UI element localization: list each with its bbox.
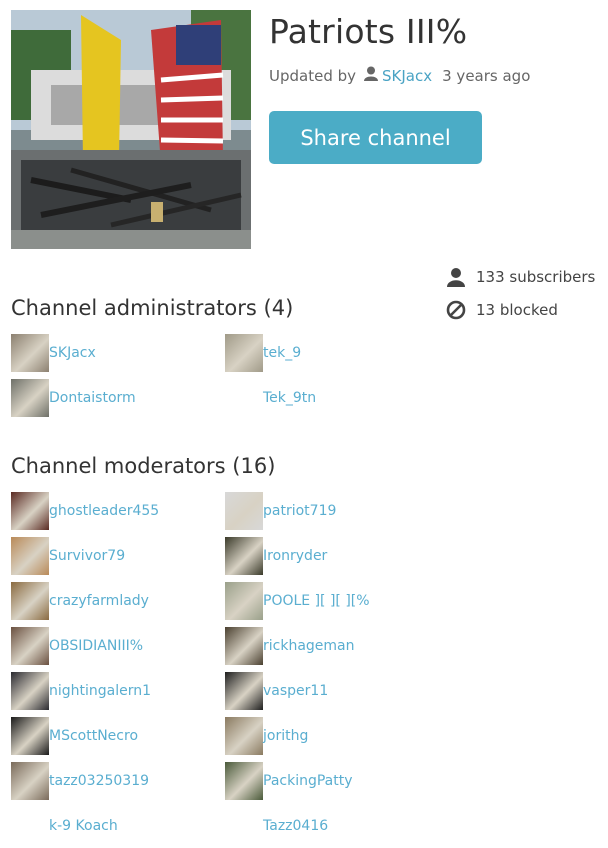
member-name[interactable]: tazz03250319 bbox=[49, 773, 149, 789]
subscribers-count: 133 subscribers bbox=[476, 268, 596, 286]
avatar[interactable] bbox=[11, 672, 49, 710]
member-name[interactable]: ghostleader455 bbox=[49, 503, 159, 519]
member-item[interactable]: Survivor79 bbox=[11, 537, 125, 575]
blocked-stat: 13 blocked bbox=[446, 300, 558, 320]
avatar[interactable] bbox=[225, 537, 263, 575]
member-name[interactable]: OBSIDIANIII% bbox=[49, 638, 143, 654]
member-item[interactable]: MScottNecro bbox=[11, 717, 138, 755]
updated-ago: 3 years ago bbox=[442, 66, 531, 85]
member-item[interactable]: OBSIDIANIII% bbox=[11, 627, 143, 665]
avatar[interactable] bbox=[11, 717, 49, 755]
member-name[interactable]: nightingalern1 bbox=[49, 683, 151, 699]
member-item[interactable]: Tazz0416 bbox=[225, 807, 328, 845]
avatar[interactable] bbox=[11, 627, 49, 665]
member-name[interactable]: PackingPatty bbox=[263, 773, 353, 789]
blocked-count: 13 blocked bbox=[476, 301, 558, 319]
member-name[interactable]: Ironryder bbox=[263, 548, 327, 564]
blocked-icon bbox=[446, 300, 466, 320]
member-item[interactable]: SKJacx bbox=[11, 334, 96, 372]
updated-info: Updated by SKJacx 3 years ago bbox=[269, 66, 530, 85]
member-item[interactable]: Tek_9tn bbox=[225, 379, 316, 417]
member-item[interactable]: nightingalern1 bbox=[11, 672, 151, 710]
member-item[interactable]: Dontaistorm bbox=[11, 379, 136, 417]
avatar[interactable] bbox=[11, 379, 49, 417]
avatar[interactable] bbox=[11, 537, 49, 575]
administrators-heading: Channel administrators (4) bbox=[11, 296, 294, 320]
updated-prefix: Updated by bbox=[269, 66, 357, 85]
member-item[interactable]: ghostleader455 bbox=[11, 492, 159, 530]
member-name[interactable]: patriot719 bbox=[263, 503, 336, 519]
avatar[interactable] bbox=[11, 762, 49, 800]
updated-user-link[interactable]: SKJacx bbox=[382, 67, 432, 85]
member-name[interactable]: crazyfarmlady bbox=[49, 593, 149, 609]
avatar[interactable] bbox=[225, 334, 263, 372]
member-name[interactable]: jorithg bbox=[263, 728, 308, 744]
member-item[interactable]: crazyfarmlady bbox=[11, 582, 149, 620]
member-item[interactable]: POOLE ][ ][ ][% bbox=[225, 582, 370, 620]
user-icon bbox=[446, 267, 466, 287]
avatar[interactable] bbox=[11, 334, 49, 372]
member-item[interactable]: PackingPatty bbox=[225, 762, 353, 800]
avatar[interactable] bbox=[225, 627, 263, 665]
member-name[interactable]: MScottNecro bbox=[49, 728, 138, 744]
member-name[interactable]: k-9 Koach bbox=[49, 818, 118, 834]
member-item[interactable]: rickhageman bbox=[225, 627, 355, 665]
avatar[interactable] bbox=[11, 807, 49, 845]
member-item[interactable]: jorithg bbox=[225, 717, 308, 755]
avatar[interactable] bbox=[11, 492, 49, 530]
avatar[interactable] bbox=[225, 672, 263, 710]
member-item[interactable]: patriot719 bbox=[225, 492, 336, 530]
channel-title: Patriots III% bbox=[269, 12, 468, 51]
avatar[interactable] bbox=[225, 379, 263, 417]
member-name[interactable]: Survivor79 bbox=[49, 548, 125, 564]
member-name[interactable]: vasper11 bbox=[263, 683, 328, 699]
member-item[interactable]: tek_9 bbox=[225, 334, 301, 372]
member-name[interactable]: tek_9 bbox=[263, 345, 301, 361]
share-channel-button[interactable]: Share channel bbox=[269, 111, 482, 164]
avatar[interactable] bbox=[11, 582, 49, 620]
avatar[interactable] bbox=[225, 717, 263, 755]
channel-cover-image bbox=[11, 10, 251, 249]
member-item[interactable]: Ironryder bbox=[225, 537, 327, 575]
avatar[interactable] bbox=[225, 807, 263, 845]
avatar[interactable] bbox=[225, 582, 263, 620]
moderators-heading: Channel moderators (16) bbox=[11, 454, 276, 478]
avatar[interactable] bbox=[225, 762, 263, 800]
subscribers-stat: 133 subscribers bbox=[446, 267, 595, 287]
member-name[interactable]: rickhageman bbox=[263, 638, 355, 654]
member-name[interactable]: Tek_9tn bbox=[263, 390, 316, 406]
user-icon bbox=[364, 66, 379, 85]
member-item[interactable]: tazz03250319 bbox=[11, 762, 149, 800]
member-name[interactable]: Tazz0416 bbox=[263, 818, 328, 834]
member-item[interactable]: k-9 Koach bbox=[11, 807, 118, 845]
avatar[interactable] bbox=[225, 492, 263, 530]
member-name[interactable]: Dontaistorm bbox=[49, 390, 136, 406]
member-name[interactable]: SKJacx bbox=[49, 345, 96, 361]
member-item[interactable]: vasper11 bbox=[225, 672, 328, 710]
member-name[interactable]: POOLE ][ ][ ][% bbox=[263, 593, 370, 609]
